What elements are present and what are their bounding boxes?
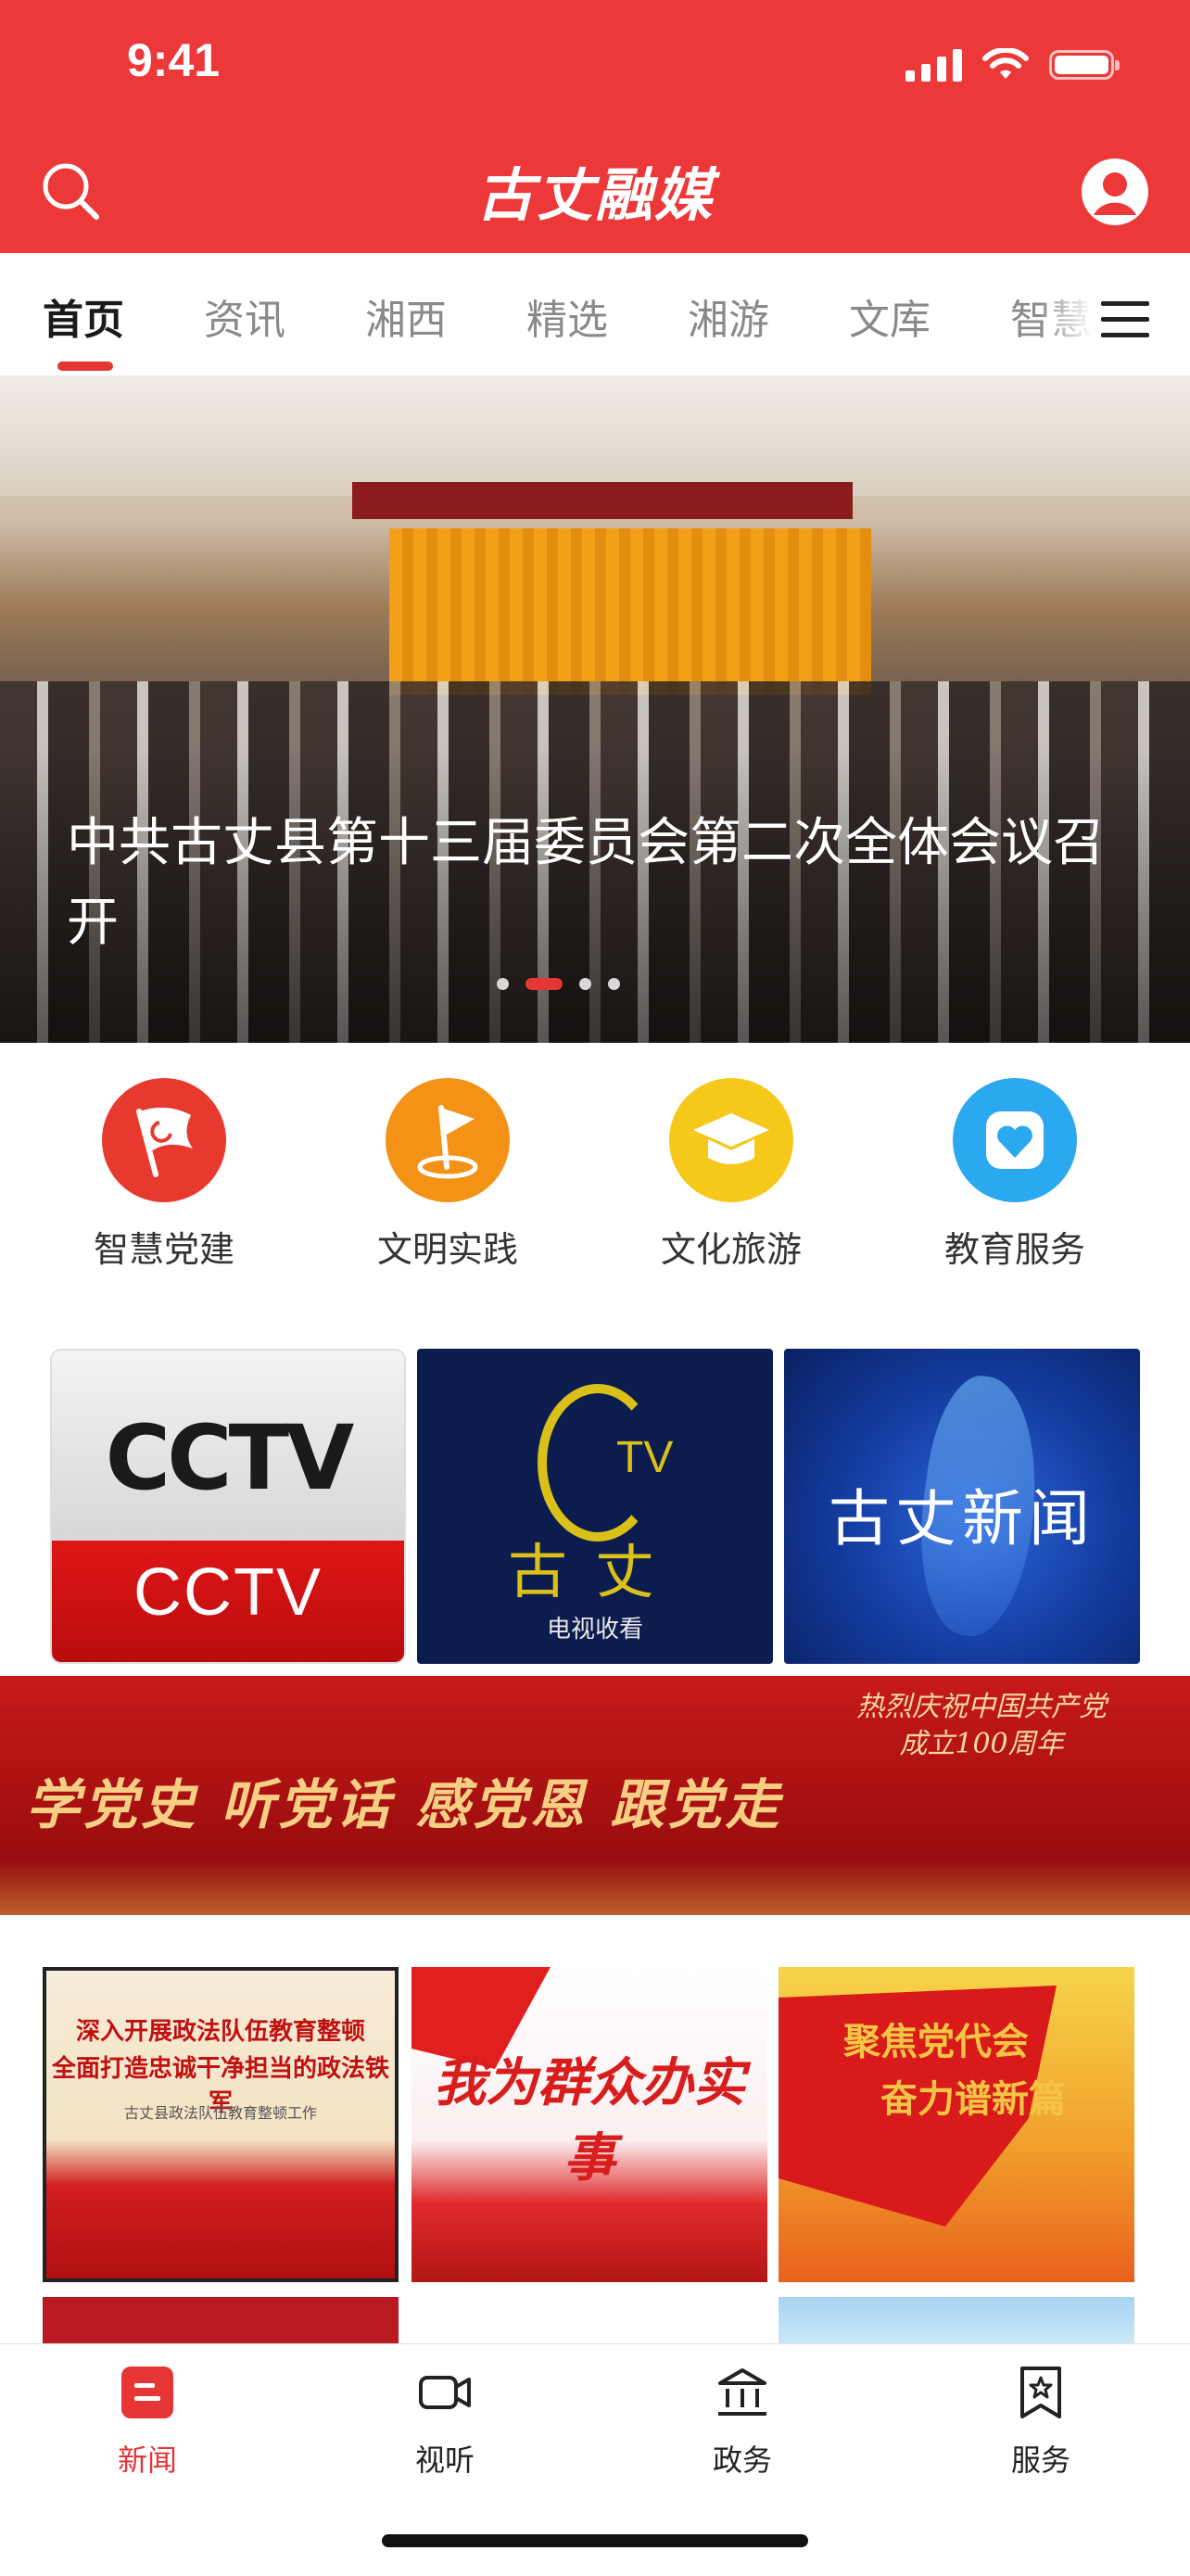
wifi-icon [982, 48, 1029, 79]
news-icon [121, 2367, 173, 2418]
quick-action-civilization[interactable]: 文明实践 [346, 1078, 550, 1272]
nav-label: 视听 [414, 2443, 475, 2478]
status-bar: 9:41 [0, 0, 1190, 139]
carousel-dot [579, 978, 591, 990]
tab-travel[interactable]: 湘游 [688, 286, 769, 346]
signal-icon [905, 48, 962, 82]
active-tab-indicator [57, 362, 113, 371]
carousel-dot [497, 978, 509, 990]
party-anniversary-banner[interactable]: 热烈庆祝中国共产党 成立100周年 学党史 听党话 感党恩 跟党走 [0, 1676, 1190, 1915]
tv-mark: TV [616, 1433, 674, 1482]
cctv-label: CCTV [133, 1555, 323, 1630]
party-banner-caption: 热烈庆祝中国共产党 成立100周年 [856, 1691, 1107, 1760]
thumbnail-party-congress[interactable]: 聚焦党代会 奋力谱新篇 [779, 1967, 1134, 2282]
quick-actions: 智慧党建 文明实践 文化旅游 教育服务 [0, 1043, 1190, 1312]
home-indicator [382, 2534, 808, 2547]
headline-carousel[interactable]: 中共古丈县第十三届委员会第二次全体会议召开 [0, 375, 1190, 1043]
tab-featured[interactable]: 精选 [526, 286, 608, 346]
nav-label: 服务 [1010, 2443, 1070, 2478]
party-banner-slogan: 学党史 听党话 感党恩 跟党走 [26, 1773, 783, 1836]
quick-action-label: 文化旅游 [660, 1229, 802, 1270]
nav-news[interactable]: 新闻 [69, 2365, 226, 2480]
guzhang-tv-tile[interactable]: TV 古丈 电视收看 [417, 1349, 773, 1664]
nav-government[interactable]: 政务 [664, 2365, 821, 2480]
tv-channel-name: 古丈 [508, 1539, 682, 1607]
tab-xiangxi[interactable]: 湘西 [365, 286, 447, 346]
thumbnail-serve-the-people[interactable]: 我为群众办实事 [411, 1967, 767, 2282]
quick-action-label: 教育服务 [943, 1229, 1085, 1270]
nav-video[interactable]: 视听 [366, 2365, 524, 2480]
category-tabs: 首页 资讯 湘西 精选 湘游 文库 智慧 [0, 253, 1190, 375]
quick-action-smart-party[interactable]: 智慧党建 [62, 1078, 266, 1272]
service-star-icon [1020, 2367, 1061, 2418]
party-flag-icon [102, 1078, 226, 1202]
app-header: 9:41 古丈融媒 [0, 0, 1190, 253]
stage-curtain [389, 528, 871, 695]
status-time: 9:41 [127, 34, 221, 86]
thumbnail-legal-education[interactable]: 深入开展政法队伍教育整顿 全面打造忠诚干净担当的政法铁军 古丈县政法队伍教育整顿… [43, 1967, 399, 2282]
nav-service[interactable]: 服务 [962, 2365, 1120, 2480]
stage-screen [352, 482, 853, 519]
quick-action-label: 智慧党建 [93, 1229, 234, 1270]
quick-action-culture-tourism[interactable]: 文化旅游 [629, 1078, 833, 1272]
status-icons [905, 48, 1120, 82]
app-logo: 古丈融媒 [475, 161, 714, 229]
government-building-icon [718, 2368, 766, 2416]
tab-news[interactable]: 资讯 [204, 286, 285, 346]
carousel-dot-active [525, 978, 563, 990]
flag-target-icon [386, 1078, 510, 1202]
quick-action-label: 文明实践 [376, 1229, 518, 1270]
nav-label: 新闻 [117, 2443, 177, 2478]
quick-action-education[interactable]: 教育服务 [913, 1078, 1117, 1272]
tab-home[interactable]: 首页 [43, 286, 124, 346]
headline-title[interactable]: 中共古丈县第十三届委员会第二次全体会议召开 [67, 804, 1142, 963]
heart-shield-icon [953, 1078, 1077, 1202]
menu-icon[interactable] [1094, 292, 1160, 348]
carousel-indicator [497, 978, 620, 990]
tab-library[interactable]: 文库 [849, 286, 930, 346]
battery-icon [1049, 50, 1120, 80]
carousel-dot [608, 978, 620, 990]
video-camera-icon [419, 2376, 471, 2409]
graduation-cap-icon [669, 1078, 793, 1202]
user-profile-icon[interactable] [1081, 158, 1149, 226]
cctv-channel-tile[interactable]: CCTV CCTV [50, 1349, 406, 1664]
news-channel-name: 古丈新闻 [829, 1483, 1095, 1554]
nav-label: 政务 [712, 2443, 772, 2478]
tv-channel-subtitle: 电视收看 [546, 1616, 643, 1643]
cctv-logo: CCTV [105, 1406, 355, 1510]
guzhang-news-tile[interactable]: 古丈新闻 [784, 1349, 1140, 1664]
